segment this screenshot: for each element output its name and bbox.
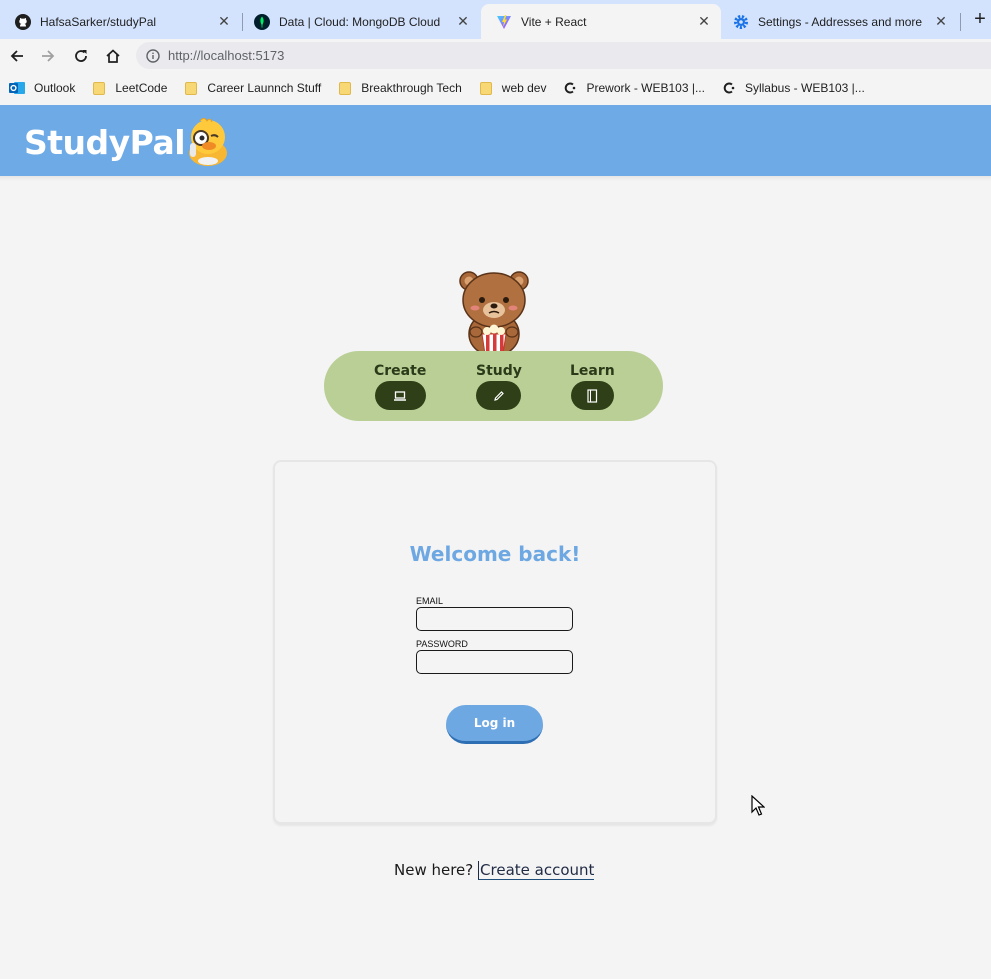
learn-button[interactable]: [570, 381, 614, 410]
nav-label: Study: [476, 363, 522, 379]
duck-mascot-icon: [189, 118, 227, 166]
email-field[interactable]: [416, 607, 573, 631]
pencil-icon: [494, 390, 504, 401]
outlook-icon: [9, 80, 25, 96]
nav-create[interactable]: Create: [374, 363, 426, 410]
arrow-left-icon: [10, 50, 23, 62]
notebook-icon: [587, 388, 598, 403]
nav-learn[interactable]: Learn: [570, 363, 615, 410]
laptop-icon: [394, 390, 407, 401]
signup-prompt: New here?: [394, 861, 474, 879]
home-button[interactable]: [100, 43, 126, 69]
app-header: StudyPal: [0, 105, 991, 176]
app-logo[interactable]: StudyPal: [24, 123, 186, 162]
bookmark-folder-leetcode[interactable]: LeetCode: [92, 81, 167, 95]
bookmark-label: Career Launnch Stuff: [207, 81, 322, 95]
home-icon: [106, 49, 120, 63]
password-field[interactable]: [416, 650, 573, 674]
bookmark-label: Prework - WEB103 |...: [586, 81, 705, 95]
login-button[interactable]: Log in: [446, 705, 543, 744]
forward-button[interactable]: [35, 43, 61, 69]
bookmark-folder-career[interactable]: Career Launnch Stuff: [184, 81, 321, 95]
create-account-link[interactable]: Create account: [478, 861, 595, 880]
address-bar[interactable]: http://localhost:5173: [136, 42, 991, 69]
nav-label: Create: [374, 363, 427, 379]
login-title: Welcome back!: [409, 542, 581, 566]
close-icon[interactable]: ✕: [696, 13, 712, 30]
tab-github[interactable]: HafsaSarker/studyPal ✕: [0, 4, 241, 39]
codepath-icon: [563, 81, 577, 95]
bookmark-outlook[interactable]: Outlook: [9, 80, 75, 96]
tab-vite-react[interactable]: Vite + React ✕: [481, 4, 721, 39]
email-label: EMAIL: [416, 596, 444, 606]
folder-icon: [479, 81, 493, 95]
bookmark-label: LeetCode: [115, 81, 168, 95]
study-button[interactable]: [476, 381, 522, 410]
bookmark-syllabus[interactable]: Syllabus - WEB103 |...: [722, 81, 865, 95]
tab-title: Data | Cloud: MongoDB Cloud: [279, 14, 441, 29]
folder-icon: [184, 81, 198, 95]
nav-study[interactable]: Study: [476, 363, 522, 410]
github-icon: [15, 13, 31, 30]
tab-strip: HafsaSarker/studyPal ✕ Data | Cloud: Mon…: [0, 0, 991, 39]
header-shadow: [0, 176, 991, 181]
tab-title: HafsaSarker/studyPal: [40, 14, 157, 29]
bookmark-label: Outlook: [34, 81, 76, 95]
mouse-cursor-icon: [751, 795, 765, 816]
feature-nav: Create Study Learn: [324, 351, 663, 421]
bookmark-label: Breakthrough Tech: [361, 81, 462, 95]
tab-divider: [960, 13, 961, 31]
info-icon[interactable]: [146, 48, 160, 63]
arrow-right-icon: [42, 50, 55, 62]
create-button[interactable]: [374, 381, 426, 410]
tab-settings[interactable]: Settings - Addresses and more ✕: [718, 4, 958, 39]
back-button[interactable]: [4, 43, 30, 69]
nav-label: Learn: [570, 363, 615, 379]
reload-button[interactable]: [68, 43, 94, 69]
bookmark-label: Syllabus - WEB103 |...: [744, 81, 865, 95]
vite-icon: [496, 14, 512, 30]
signup-row: New here? Create account: [394, 861, 595, 880]
login-card: Welcome back! EMAIL PASSWORD Log in: [273, 460, 717, 824]
tab-mongodb[interactable]: Data | Cloud: MongoDB Cloud ✕: [239, 4, 480, 39]
bear-mascot-icon: [459, 271, 529, 354]
bookmark-folder-webdev[interactable]: web dev: [479, 81, 547, 95]
close-icon[interactable]: ✕: [455, 13, 471, 30]
bookmark-prework[interactable]: Prework - WEB103 |...: [563, 81, 705, 95]
password-label: PASSWORD: [416, 639, 468, 649]
folder-icon: [92, 81, 106, 95]
bookmark-label: web dev: [501, 81, 547, 95]
mongodb-leaf-icon: [254, 13, 270, 30]
gear-icon: [733, 14, 749, 30]
folder-icon: [338, 81, 352, 95]
tab-title: Settings - Addresses and more: [758, 14, 923, 29]
reload-icon: [75, 50, 87, 62]
close-icon[interactable]: ✕: [216, 13, 232, 30]
new-tab-button[interactable]: +: [969, 9, 991, 31]
bookmarks-bar: Outlook LeetCode Career Launnch Stuff Br…: [0, 72, 991, 104]
browser-toolbar: http://localhost:5173: [0, 39, 991, 72]
close-icon[interactable]: ✕: [933, 13, 949, 30]
codepath-icon: [722, 81, 736, 95]
tab-title: Vite + React: [521, 14, 587, 29]
bookmark-folder-breakthrough[interactable]: Breakthrough Tech: [338, 81, 462, 95]
url-text[interactable]: http://localhost:5173: [168, 48, 284, 63]
